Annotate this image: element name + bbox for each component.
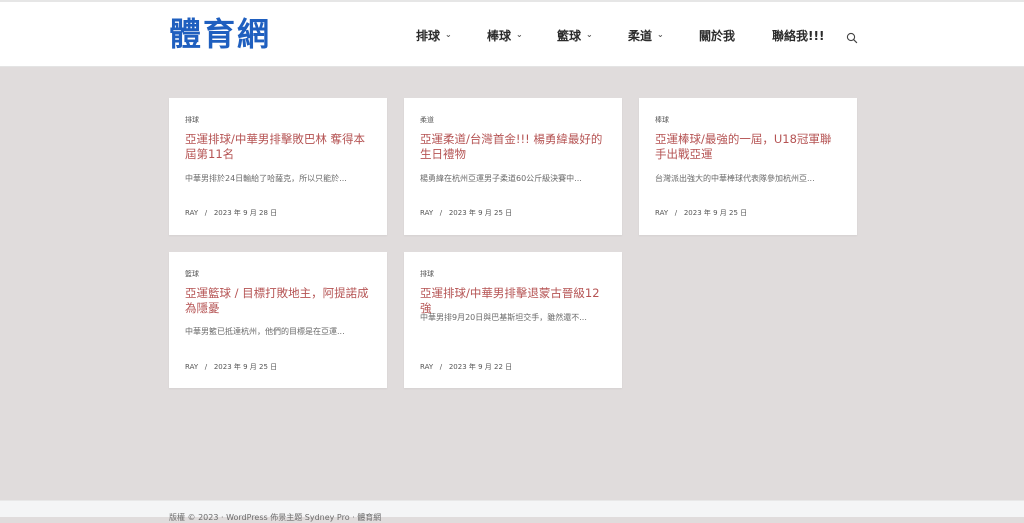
- post-title[interactable]: 亞運棒球/最強的一屆，U18冠軍聯手出戰亞運: [655, 132, 841, 162]
- post-category[interactable]: 排球: [420, 269, 434, 279]
- nav-item-label: 排球: [416, 28, 441, 43]
- post-card: 棒球 亞運棒球/最強的一屆，U18冠軍聯手出戰亞運 台灣派出強大的中華棒球代表隊…: [639, 98, 857, 235]
- post-title[interactable]: 亞運柔道/台灣首金!!! 楊勇緯最好的生日禮物: [420, 132, 606, 162]
- post-card: 籃球 亞運籃球 / 目標打敗地主，阿提諾成為隱憂 中華男籃已抵達杭州，他們的目標…: [169, 252, 387, 388]
- post-date[interactable]: 2023 年 9 月 22 日: [449, 363, 512, 371]
- meta-separator: /: [435, 363, 447, 371]
- post-card: 柔道 亞運柔道/台灣首金!!! 楊勇緯最好的生日禮物 楊勇緯在杭州亞運男子柔道6…: [404, 98, 622, 235]
- nav-item-judo[interactable]: 柔道 ⌄: [628, 25, 664, 45]
- nav-item-baseball[interactable]: 棒球 ⌄: [487, 25, 523, 45]
- post-meta: RAY / 2023 年 9 月 28 日: [185, 208, 277, 218]
- meta-separator: /: [200, 209, 212, 217]
- post-category[interactable]: 棒球: [655, 115, 669, 125]
- site-footer: 版權 © 2023 · WordPress 佈景主題 Sydney Pro · …: [0, 500, 1024, 522]
- footer-credits: 版權 © 2023 · WordPress 佈景主題 Sydney Pro · …: [169, 513, 382, 522]
- main-nav: 排球 ⌄ 棒球 ⌄ 籃球 ⌄ 柔道 ⌄ 關於我 聯絡我!!!: [0, 2, 1024, 66]
- post-excerpt: 楊勇緯在杭州亞運男子柔道60公斤級決賽中...: [420, 174, 582, 183]
- post-excerpt: 中華男排9月20日與巴基斯坦交手，雖然還不...: [420, 313, 587, 322]
- post-date[interactable]: 2023 年 9 月 28 日: [214, 209, 277, 217]
- post-card: 排球 亞運排球/中華男排擊敗巴林 奪得本屆第11名 中華男排於24日輸給了哈薩克…: [169, 98, 387, 235]
- post-date[interactable]: 2023 年 9 月 25 日: [449, 209, 512, 217]
- nav-item-label: 柔道: [628, 28, 653, 43]
- post-meta: RAY / 2023 年 9 月 25 日: [185, 362, 277, 372]
- site-header: 體育網 排球 ⌄ 棒球 ⌄ 籃球 ⌄ 柔道 ⌄ 關於我 聯絡我!!!: [0, 2, 1024, 67]
- nav-item-about[interactable]: 關於我: [699, 25, 735, 45]
- chevron-down-icon: ⌄: [516, 29, 523, 39]
- post-author[interactable]: RAY: [420, 209, 433, 217]
- post-category[interactable]: 柔道: [420, 115, 434, 125]
- nav-item-label: 棒球: [487, 28, 512, 43]
- search-icon[interactable]: [846, 29, 858, 44]
- post-author[interactable]: RAY: [655, 209, 668, 217]
- meta-separator: /: [200, 363, 212, 371]
- meta-separator: /: [435, 209, 447, 217]
- post-excerpt: 台灣派出強大的中華棒球代表隊參加杭州亞...: [655, 174, 815, 183]
- nav-item-basketball[interactable]: 籃球 ⌄: [557, 25, 593, 45]
- post-date[interactable]: 2023 年 9 月 25 日: [684, 209, 747, 217]
- post-excerpt: 中華男排於24日輸給了哈薩克，所以只能於...: [185, 174, 347, 183]
- post-date[interactable]: 2023 年 9 月 25 日: [214, 363, 277, 371]
- chevron-down-icon: ⌄: [586, 29, 593, 39]
- nav-item-label: 關於我: [699, 28, 736, 43]
- nav-item-volleyball[interactable]: 排球 ⌄: [416, 25, 452, 45]
- post-category[interactable]: 排球: [185, 115, 199, 125]
- post-title[interactable]: 亞運籃球 / 目標打敗地主，阿提諾成為隱憂: [185, 286, 371, 316]
- post-author[interactable]: RAY: [185, 363, 198, 371]
- nav-item-label: 聯絡我!!!: [772, 28, 825, 43]
- post-excerpt: 中華男籃已抵達杭州，他們的目標是在亞運...: [185, 327, 345, 336]
- post-author[interactable]: RAY: [185, 209, 198, 217]
- post-title[interactable]: 亞運排球/中華男排擊敗巴林 奪得本屆第11名: [185, 132, 371, 162]
- post-category[interactable]: 籃球: [185, 269, 199, 279]
- chevron-down-icon: ⌄: [657, 29, 664, 39]
- nav-item-contact[interactable]: 聯絡我!!!: [772, 25, 824, 45]
- meta-separator: /: [670, 209, 682, 217]
- chevron-down-icon: ⌄: [445, 29, 452, 39]
- post-meta: RAY / 2023 年 9 月 22 日: [420, 362, 512, 372]
- post-card: 排球 亞運排球/中華男排擊退蒙古晉級12強 中華男排9月20日與巴基斯坦交手，雖…: [404, 252, 622, 388]
- post-author[interactable]: RAY: [420, 363, 433, 371]
- post-meta: RAY / 2023 年 9 月 25 日: [655, 208, 747, 218]
- post-meta: RAY / 2023 年 9 月 25 日: [420, 208, 512, 218]
- nav-item-label: 籃球: [557, 28, 582, 43]
